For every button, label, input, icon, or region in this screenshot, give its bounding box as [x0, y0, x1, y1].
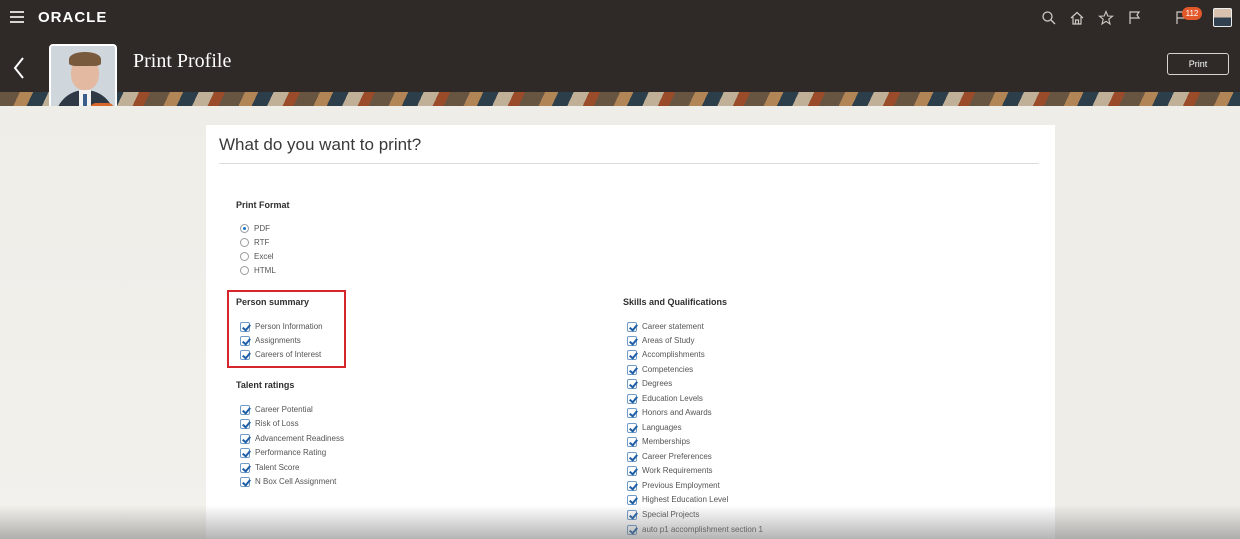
checkbox-career-potential[interactable]: Career Potential: [240, 403, 313, 416]
banner-pattern: [0, 92, 1240, 106]
checkbox-accomplishments[interactable]: Accomplishments: [627, 348, 705, 361]
person-summary-heading: Person summary: [236, 297, 310, 307]
section-title: What do you want to print?: [219, 135, 422, 154]
checkbox-auto-p1-accomplishment[interactable]: auto p1 accomplishment section 1: [627, 523, 763, 536]
checkbox-memberships[interactable]: Memberships: [627, 435, 690, 448]
checkbox[interactable]: [627, 524, 637, 535]
checkbox[interactable]: [240, 335, 250, 346]
checkbox-career-statement[interactable]: Career statement: [627, 320, 704, 333]
checkbox-competencies[interactable]: Competencies: [627, 363, 693, 376]
checkbox[interactable]: [627, 451, 637, 462]
checkbox[interactable]: [240, 433, 250, 444]
checkbox[interactable]: [627, 436, 637, 447]
checkbox-risk-of-loss[interactable]: Risk of Loss: [240, 417, 299, 430]
divider: [219, 163, 1039, 164]
checkbox-talent-score[interactable]: Talent Score: [240, 461, 299, 474]
checkbox[interactable]: [627, 494, 637, 505]
flag-icon[interactable]: [1126, 9, 1144, 27]
checkbox[interactable]: [627, 335, 637, 346]
radio-button[interactable]: [240, 238, 249, 247]
menu-icon[interactable]: [10, 11, 24, 23]
checkbox[interactable]: [627, 349, 637, 360]
checkbox-n-box-cell-assignment[interactable]: N Box Cell Assignment: [240, 475, 336, 488]
checkbox[interactable]: [627, 364, 637, 375]
checkbox-work-requirements[interactable]: Work Requirements: [627, 464, 713, 477]
checkbox-previous-employment[interactable]: Previous Employment: [627, 479, 720, 492]
checkbox-advancement-readiness[interactable]: Advancement Readiness: [240, 432, 344, 445]
checkbox[interactable]: [240, 462, 250, 473]
radio-button[interactable]: [240, 224, 249, 233]
format-option-excel[interactable]: Excel: [240, 250, 274, 263]
print-format-heading: Print Format: [236, 200, 290, 210]
checkbox[interactable]: [240, 476, 250, 487]
checkbox-languages[interactable]: Languages: [627, 421, 682, 434]
checkbox-highest-education-level[interactable]: Highest Education Level: [627, 493, 728, 506]
global-header: ORACLE 112: [0, 0, 1240, 36]
talent-ratings-heading: Talent ratings: [236, 380, 295, 390]
checkbox[interactable]: [240, 321, 250, 332]
radio-button[interactable]: [240, 252, 249, 261]
format-option-pdf[interactable]: PDF: [240, 222, 270, 235]
print-button[interactable]: Print: [1167, 53, 1229, 75]
home-icon[interactable]: [1068, 9, 1086, 27]
checkbox-honors-and-awards[interactable]: Honors and Awards: [627, 406, 712, 419]
checkbox[interactable]: [627, 378, 637, 389]
checkbox[interactable]: [240, 404, 250, 415]
checkbox[interactable]: [627, 321, 637, 332]
format-option-html[interactable]: HTML: [240, 264, 276, 277]
checkbox-career-preferences[interactable]: Career Preferences: [627, 450, 712, 463]
checkbox[interactable]: [627, 422, 637, 433]
checkbox[interactable]: [240, 447, 250, 458]
checkbox[interactable]: [627, 509, 637, 520]
checkbox-person-information[interactable]: Person Information: [240, 320, 323, 333]
search-icon[interactable]: [1040, 9, 1058, 27]
checkbox-performance-rating[interactable]: Performance Rating: [240, 446, 326, 459]
checkbox-degrees[interactable]: Degrees: [627, 377, 672, 390]
radio-button[interactable]: [240, 266, 249, 275]
checkbox-careers-of-interest[interactable]: Careers of Interest: [240, 348, 321, 361]
user-avatar[interactable]: [1213, 8, 1232, 27]
checkbox[interactable]: [627, 393, 637, 404]
notification-badge[interactable]: 112: [1182, 7, 1202, 20]
checkbox-assignments[interactable]: Assignments: [240, 334, 301, 347]
checkbox[interactable]: [240, 349, 250, 360]
back-icon[interactable]: [10, 54, 28, 82]
checkbox[interactable]: [627, 407, 637, 418]
page-title: Print Profile: [133, 50, 232, 72]
checkbox-education-levels[interactable]: Education Levels: [627, 392, 703, 405]
oracle-logo[interactable]: ORACLE: [38, 9, 107, 26]
skills-heading: Skills and Qualifications: [623, 297, 728, 307]
checkbox[interactable]: [240, 418, 250, 429]
checkbox[interactable]: [627, 465, 637, 476]
format-option-rtf[interactable]: RTF: [240, 236, 269, 249]
checkbox[interactable]: [627, 480, 637, 491]
star-icon[interactable]: [1097, 9, 1115, 27]
page-background: [0, 106, 206, 539]
checkbox-special-projects[interactable]: Special Projects: [627, 508, 699, 521]
checkbox-areas-of-study[interactable]: Areas of Study: [627, 334, 694, 347]
